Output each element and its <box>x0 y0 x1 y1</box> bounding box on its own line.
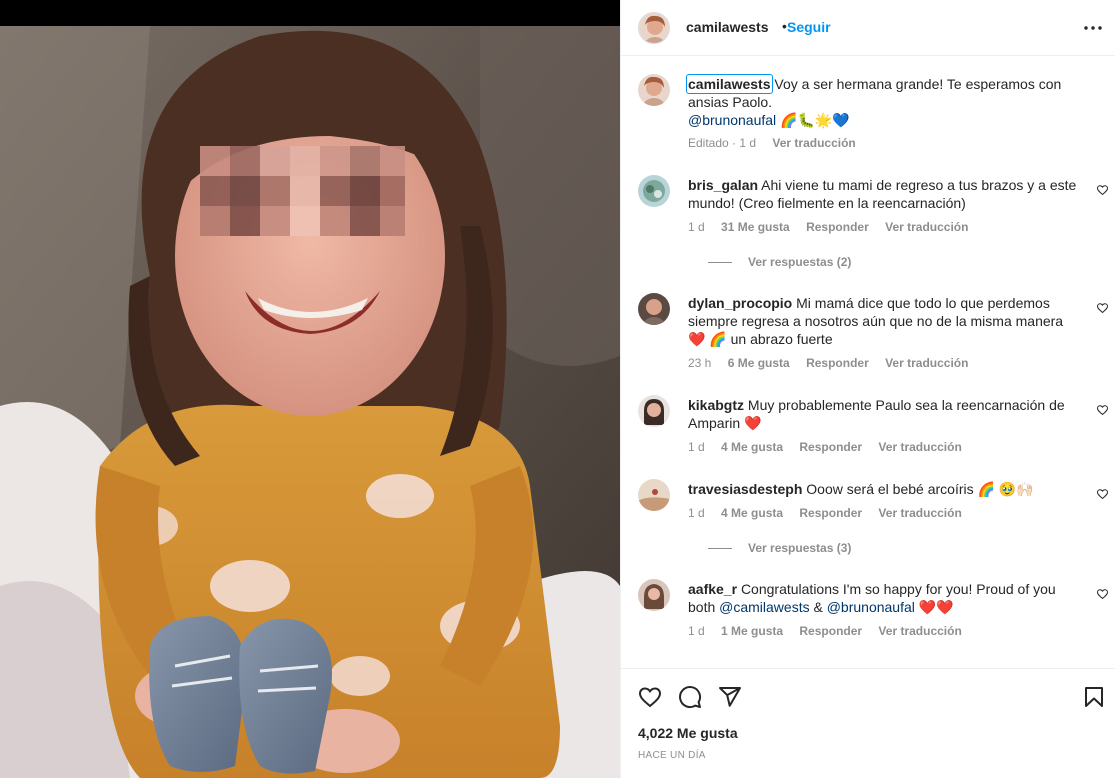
post-time: HACE UN DÍA <box>638 750 706 761</box>
commenter-username[interactable]: dylan_procopio <box>688 295 792 311</box>
like-comment-heart-icon[interactable] <box>1096 302 1109 314</box>
post-media[interactable] <box>0 0 620 778</box>
caption-translate-link[interactable]: Ver traducción <box>772 136 855 150</box>
comment-likes[interactable]: 6 Me gusta <box>728 356 790 370</box>
view-replies-link[interactable]: Ver respuestas (3) <box>708 541 851 555</box>
comment-mention[interactable]: @brunonaufal <box>827 599 915 615</box>
post-header: camilawests • Seguir <box>621 0 1115 56</box>
comment-time: 1 d <box>688 506 705 520</box>
commenter-avatar[interactable] <box>638 293 670 325</box>
comment-likes[interactable]: 4 Me gusta <box>721 440 783 454</box>
commenter-avatar[interactable] <box>638 579 670 611</box>
follow-button[interactable]: Seguir <box>787 19 831 35</box>
send-icon[interactable] <box>718 685 742 709</box>
comment-time: 1 d <box>688 220 705 234</box>
like-comment-heart-icon[interactable] <box>1096 488 1109 500</box>
comment-time: 1 d <box>688 624 705 638</box>
comments-list[interactable]: camilawests Voy a ser hermana grande! Te… <box>621 57 1115 667</box>
replies-divider <box>708 262 732 264</box>
comment-time: 1 d <box>688 440 705 454</box>
like-comment-heart-icon[interactable] <box>1096 184 1109 196</box>
caption-emojis: 🌈🐛🌟💙 <box>780 112 850 128</box>
bookmark-icon[interactable] <box>1082 685 1106 709</box>
reply-button[interactable]: Responder <box>799 506 862 520</box>
reply-button[interactable]: Responder <box>799 624 862 638</box>
heart-icon[interactable] <box>638 685 662 709</box>
comment-ampersand: & <box>813 599 823 615</box>
caption-avatar[interactable] <box>638 74 670 106</box>
caption-username[interactable]: camilawests <box>686 74 773 94</box>
comment-likes[interactable]: 4 Me gusta <box>721 506 783 520</box>
view-replies-label[interactable]: Ver respuestas (2) <box>748 255 851 269</box>
comment-text: Muy probablemente Paulo sea la reencarna… <box>688 397 1065 431</box>
translate-link[interactable]: Ver traducción <box>885 356 968 370</box>
caption-mention[interactable]: @brunonaufal <box>688 112 776 128</box>
view-replies-label[interactable]: Ver respuestas (3) <box>748 541 851 555</box>
commenter-username[interactable]: travesiasdesteph <box>688 481 802 497</box>
translate-link[interactable]: Ver traducción <box>878 440 961 454</box>
comment-icon[interactable] <box>678 685 702 709</box>
likes-count[interactable]: 4,022 Me gusta <box>638 725 738 741</box>
reply-button[interactable]: Responder <box>799 440 862 454</box>
commenter-username[interactable]: bris_galan <box>688 177 758 193</box>
post-footer: 4,022 Me gusta HACE UN DÍA <box>621 668 1115 778</box>
replies-divider <box>708 548 732 550</box>
like-comment-heart-icon[interactable] <box>1096 404 1109 416</box>
author-username[interactable]: camilawests <box>686 19 769 35</box>
translate-link[interactable]: Ver traducción <box>878 506 961 520</box>
reply-button[interactable]: Responder <box>806 356 869 370</box>
author-avatar[interactable] <box>638 12 670 44</box>
view-replies-link[interactable]: Ver respuestas (2) <box>708 255 851 269</box>
commenter-username[interactable]: kikabgtz <box>688 397 744 413</box>
commenter-avatar[interactable] <box>638 395 670 427</box>
translate-link[interactable]: Ver traducción <box>885 220 968 234</box>
post-photo <box>0 26 620 778</box>
blurred-eyes <box>200 146 405 236</box>
comment-likes[interactable]: 1 Me gusta <box>721 624 783 638</box>
commenter-avatar[interactable] <box>638 479 670 511</box>
comment-text: Ooow será el bebé arcoíris 🌈 🥹🙌🏻 <box>806 481 1034 497</box>
comment-time: 23 h <box>688 356 712 370</box>
more-options-icon[interactable] <box>1083 18 1103 38</box>
translate-link[interactable]: Ver traducción <box>878 624 961 638</box>
reply-button[interactable]: Responder <box>806 220 869 234</box>
comment-emojis: ❤️❤️ <box>918 599 954 615</box>
comment-likes[interactable]: 31 Me gusta <box>721 220 790 234</box>
caption-edited: Editado · 1 d <box>688 136 757 150</box>
post-panel: camilawests • Seguir camilawests Voy a s… <box>620 0 1115 778</box>
comment-mention[interactable]: @camilawests <box>719 599 809 615</box>
like-comment-heart-icon[interactable] <box>1096 588 1109 600</box>
commenter-username[interactable]: aafke_r <box>688 581 737 597</box>
comment-text-end: ❤️ 🌈 un abrazo fuerte <box>688 331 833 347</box>
commenter-avatar[interactable] <box>638 175 670 207</box>
